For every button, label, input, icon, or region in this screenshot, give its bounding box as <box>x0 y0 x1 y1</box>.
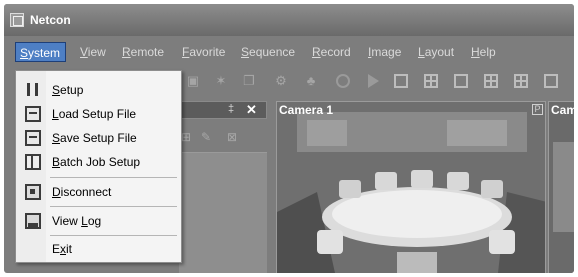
menu-separator <box>50 177 177 178</box>
edit-icon[interactable]: ✎ <box>201 130 211 144</box>
title-bar: Netcon <box>4 4 574 36</box>
menu-item-exit[interactable]: Exit <box>16 238 181 260</box>
layout-nine-icon[interactable] <box>484 74 498 88</box>
monitor-icon[interactable]: ▣ <box>186 74 200 88</box>
view-log-icon <box>25 213 41 229</box>
menu-item-label: Save Setup File <box>52 131 137 145</box>
device-tree[interactable] <box>179 152 267 273</box>
menu-item-disconnect[interactable]: Disconnect <box>16 181 181 203</box>
load-setup-file-icon <box>25 106 41 122</box>
menu-item-label: Disconnect <box>52 185 112 199</box>
camera-1-label: Camera 1 <box>279 103 334 117</box>
layout-quad-icon[interactable] <box>424 74 438 88</box>
menu-item-label: Setup <box>52 83 84 97</box>
menu-item-save-setup-file[interactable]: Save Setup File <box>16 127 181 149</box>
record-icon[interactable] <box>336 74 350 88</box>
play-icon[interactable] <box>368 74 379 88</box>
camera-config-icon[interactable]: ⚙ <box>274 74 288 88</box>
layout-six-icon[interactable] <box>454 74 468 88</box>
panel-header: ‡ ✕ <box>179 101 267 119</box>
menu-item-label: Exit <box>52 242 73 256</box>
menu-item-setup[interactable]: Setup <box>16 79 181 101</box>
user-group-icon[interactable]: ♣ <box>304 74 318 88</box>
layout-more-icon[interactable] <box>544 74 558 88</box>
menu-favorite[interactable]: Favorite <box>182 45 225 59</box>
camera-2-label: Came <box>551 103 574 117</box>
system-menu-dropdown: Setup Load Setup File Save Setup File Ba… <box>15 70 182 263</box>
menu-image[interactable]: Image <box>368 45 401 59</box>
camera-1-image <box>277 102 545 273</box>
menu-item-label: Batch Job Setup <box>52 155 141 169</box>
menu-item-label: View Log <box>52 214 102 228</box>
camera-view-1[interactable]: Camera 1 P <box>276 101 546 273</box>
disconnect-icon <box>25 184 41 200</box>
camera-2-image <box>549 102 574 273</box>
menu-sequence[interactable]: Sequence <box>241 45 295 59</box>
toolbar: ▣ ✶ ❐ ⚙ ♣ <box>174 70 574 92</box>
batch-job-setup-icon <box>25 154 41 170</box>
app-window: Netcon System View Remote Favorite Seque… <box>4 4 574 273</box>
delete-icon[interactable]: ⊠ <box>227 130 237 144</box>
ptz-badge: P <box>532 104 543 115</box>
menu-remote[interactable]: Remote <box>122 45 164 59</box>
menu-record[interactable]: Record <box>312 45 351 59</box>
menu-separator <box>50 206 177 207</box>
menu-view[interactable]: View <box>80 45 106 59</box>
app-icon <box>10 13 24 27</box>
camera-view-2[interactable]: Came <box>548 101 574 273</box>
setup-icon <box>25 82 41 98</box>
layout-single-icon[interactable] <box>394 74 408 88</box>
save-setup-file-icon <box>25 130 41 146</box>
window-title: Netcon <box>30 13 71 27</box>
menu-help[interactable]: Help <box>471 45 496 59</box>
menu-item-label: Load Setup File <box>52 107 137 121</box>
menu-layout[interactable]: Layout <box>418 45 454 59</box>
menu-system[interactable]: System <box>15 42 67 62</box>
star-icon[interactable]: ✶ <box>214 74 228 88</box>
panel-toolbar: ⊞ ✎ ⊠ <box>179 130 267 150</box>
menu-item-batch-job-setup[interactable]: Batch Job Setup <box>16 151 181 173</box>
menu-separator <box>50 235 177 236</box>
close-icon[interactable]: ✕ <box>246 102 257 118</box>
layout-sixteen-icon[interactable] <box>514 74 528 88</box>
menu-bar: System View Remote Favorite Sequence Rec… <box>4 42 574 64</box>
menu-item-view-log[interactable]: View Log <box>16 210 181 232</box>
menu-item-load-setup-file[interactable]: Load Setup File <box>16 103 181 125</box>
panel-tool-icon[interactable]: ⊞ <box>181 130 191 144</box>
pin-icon[interactable]: ‡ <box>228 103 234 115</box>
copy-icon[interactable]: ❐ <box>242 74 256 88</box>
